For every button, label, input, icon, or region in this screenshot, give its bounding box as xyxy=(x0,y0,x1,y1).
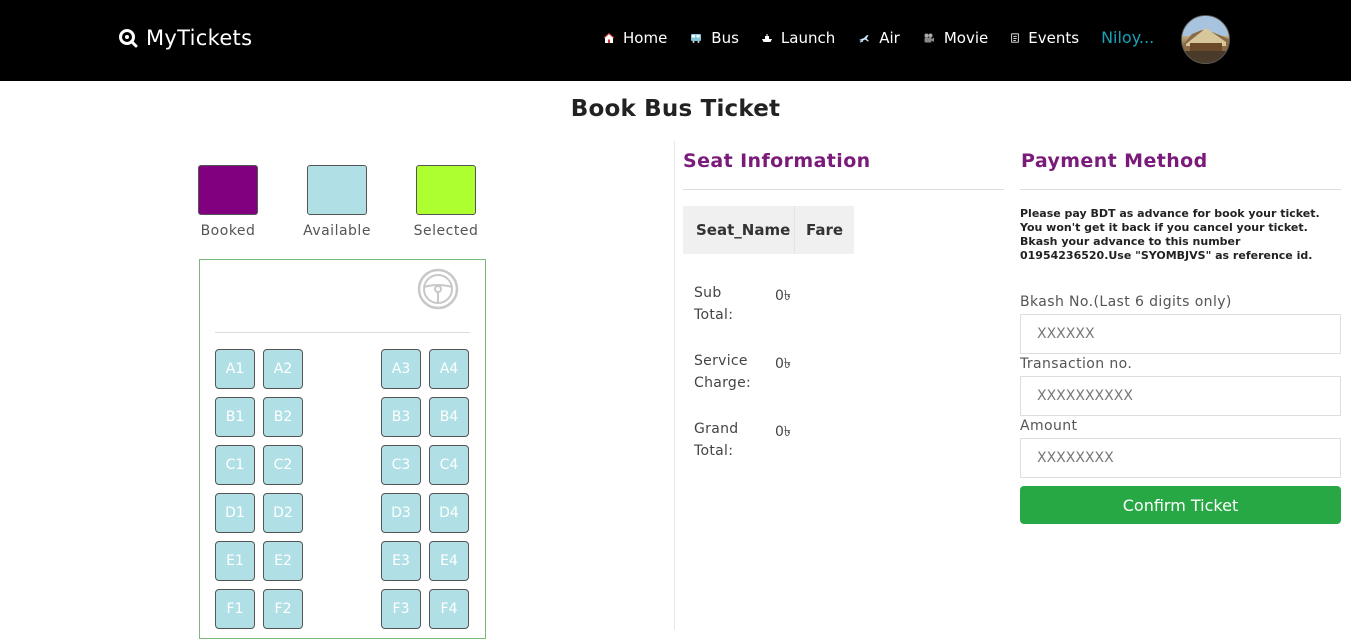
grand-total-label: Grand Total: xyxy=(694,421,739,459)
home-icon xyxy=(603,32,615,43)
amount-label: Amount xyxy=(1020,418,1078,434)
nav-label-events: Events xyxy=(1028,28,1080,47)
column-separator xyxy=(674,141,675,630)
nav-label-movie: Movie xyxy=(943,28,989,47)
transaction-number-input[interactable] xyxy=(1020,376,1341,416)
seat-c3[interactable]: C3 xyxy=(381,445,421,485)
seat-e2[interactable]: E2 xyxy=(263,541,303,581)
seat-c2[interactable]: C2 xyxy=(263,445,303,485)
seat-c1[interactable]: C1 xyxy=(215,445,255,485)
search-icon xyxy=(119,29,138,48)
bus-icon xyxy=(691,33,702,43)
bkash-number-label: Bkash No.(Last 6 digits only) xyxy=(1020,294,1232,310)
payment-note-line1: Please pay BDT as advance for book your … xyxy=(1020,207,1320,220)
payment-divider xyxy=(1020,189,1341,190)
seat-info-divider xyxy=(683,189,1004,190)
service-charge-value: 0৳ xyxy=(775,356,791,372)
bus-seat-layout: A1 A2 A3 A4 B1 B2 B3 B4 C1 C2 C3 C4 D1 D2 D3 D4 E1 E2 E3 E4… xyxy=(199,259,486,639)
seat-d4[interactable]: D4 xyxy=(429,493,469,533)
film-icon xyxy=(924,33,934,42)
bkash-number-input[interactable] xyxy=(1020,314,1341,354)
legend-booked-swatch xyxy=(198,165,258,215)
nav-label-bus: Bus xyxy=(711,28,739,47)
seat-f2[interactable]: F2 xyxy=(263,589,303,629)
steering-wheel-icon xyxy=(417,268,459,310)
grand-total-value: 0৳ xyxy=(775,424,791,440)
seat-f4[interactable]: F4 xyxy=(429,589,469,629)
seat-e1[interactable]: E1 xyxy=(215,541,255,581)
navbar: MyTickets Home Bus Launch Air Movie Even… xyxy=(0,0,1351,81)
seat-info-title: Seat Information xyxy=(683,150,871,172)
seat-a3[interactable]: A3 xyxy=(381,349,421,389)
plane-icon xyxy=(859,34,870,42)
payment-note-line2: You won't get it back if you cancel your… xyxy=(1020,221,1308,234)
seat-b1[interactable]: B1 xyxy=(215,397,255,437)
seat-e4[interactable]: E4 xyxy=(429,541,469,581)
seat-c4[interactable]: C4 xyxy=(429,445,469,485)
seat-b3[interactable]: B3 xyxy=(381,397,421,437)
nav-item-home[interactable]: Home xyxy=(603,29,667,47)
bus-divider xyxy=(215,332,470,333)
nav-item-movie[interactable]: Movie xyxy=(922,29,988,47)
legend-available-swatch xyxy=(307,165,367,215)
ticket-icon xyxy=(1011,32,1020,43)
nav-label-launch: Launch xyxy=(780,28,836,47)
payment-note-line3: Bkash your advance to this number xyxy=(1020,235,1241,248)
seat-b2[interactable]: B2 xyxy=(263,397,303,437)
service-charge-label: Service Charge: xyxy=(694,353,752,391)
seat-table-header: Seat_Name Fare xyxy=(683,206,854,254)
page-title: Book Bus Ticket xyxy=(570,96,781,122)
column-fare: Fare xyxy=(806,221,844,239)
legend-selected-swatch xyxy=(416,165,476,215)
nav-item-bus[interactable]: Bus xyxy=(689,29,739,47)
avatar[interactable] xyxy=(1181,15,1230,64)
brand-name: MyTickets xyxy=(146,26,253,50)
legend-selected-label: Selected xyxy=(413,223,479,239)
seat-d1[interactable]: D1 xyxy=(215,493,255,533)
sub-total-value: 0৳ xyxy=(775,288,791,304)
seat-f3[interactable]: F3 xyxy=(381,589,421,629)
seat-a2[interactable]: A2 xyxy=(263,349,303,389)
user-name-link[interactable]: Niloy... xyxy=(1101,28,1154,47)
payment-instructions: Please pay BDT as advance for book your … xyxy=(1020,207,1340,263)
seat-a1[interactable]: A1 xyxy=(215,349,255,389)
nav-label-air: Air xyxy=(879,28,900,47)
payment-note-line4: 01954236520.Use "SYOMBJVS" as reference … xyxy=(1020,249,1313,262)
column-seat-name: Seat_Name xyxy=(683,206,795,254)
legend-available-label: Available xyxy=(303,223,371,239)
brand-logo[interactable]: MyTickets xyxy=(118,26,252,50)
nav-item-air[interactable]: Air xyxy=(857,29,900,47)
seat-e3[interactable]: E3 xyxy=(381,541,421,581)
confirm-ticket-button[interactable]: Confirm Ticket xyxy=(1020,486,1341,524)
sub-total-label: Sub Total: xyxy=(694,285,734,323)
legend-booked-label: Booked xyxy=(200,223,256,239)
seat-d3[interactable]: D3 xyxy=(381,493,421,533)
nav-links: Home Bus Launch Air Movie Events Niloy..… xyxy=(603,28,1154,47)
nav-item-launch[interactable]: Launch xyxy=(761,29,835,47)
seat-d2[interactable]: D2 xyxy=(263,493,303,533)
seat-f1[interactable]: F1 xyxy=(215,589,255,629)
seat-b4[interactable]: B4 xyxy=(429,397,469,437)
nav-item-events[interactable]: Events xyxy=(1010,29,1079,47)
seat-a4[interactable]: A4 xyxy=(429,349,469,389)
payment-method-title: Payment Method xyxy=(1021,150,1208,172)
amount-input[interactable] xyxy=(1020,438,1341,478)
ship-icon xyxy=(761,33,772,42)
nav-label-home: Home xyxy=(623,28,668,47)
profile-photo xyxy=(1182,16,1229,63)
transaction-number-label: Transaction no. xyxy=(1020,356,1133,372)
